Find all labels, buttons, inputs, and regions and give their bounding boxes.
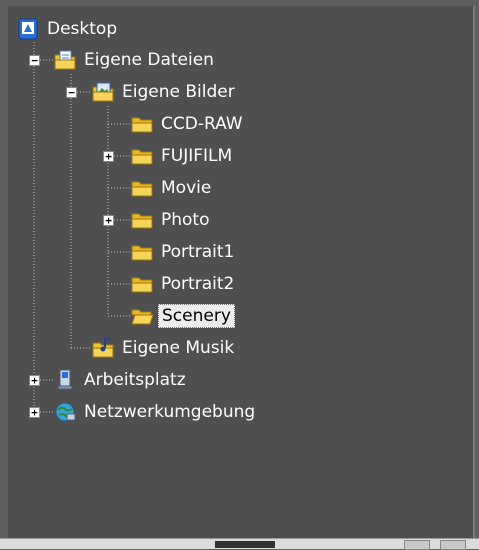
my-pictures-icon — [92, 82, 114, 102]
folder-icon — [131, 117, 153, 133]
expand-fujifilm-button[interactable]: + — [103, 151, 114, 162]
computer-icon — [57, 369, 73, 390]
scrollbar-thumb[interactable] — [215, 541, 275, 548]
folder-icon — [131, 277, 153, 293]
folder-icon — [131, 213, 153, 229]
collapse-eigene-bilder-button[interactable]: − — [66, 87, 77, 98]
horizontal-scrollbar[interactable] — [0, 538, 479, 550]
window-frame: − − + + + + Desktop Eigene Dateien Eigen… — [0, 0, 479, 550]
expand-arbeitsplatz-button[interactable]: + — [29, 375, 40, 386]
desktop-icon — [18, 18, 38, 40]
collapse-eigene-dateien-button[interactable]: − — [29, 55, 40, 66]
open-folder-icon — [131, 309, 154, 325]
folder-icon — [131, 245, 153, 261]
my-music-icon — [92, 337, 114, 358]
tree-item-eigene-bilder[interactable]: Eigene Bilder — [91, 78, 238, 106]
tree-item-label: Eigene Musik — [122, 338, 235, 358]
tree-item-label: FUJIFILM — [161, 146, 233, 166]
tree-item-portrait1[interactable]: Portrait1 — [130, 238, 237, 266]
tree-item-arbeitsplatz[interactable]: Arbeitsplatz — [53, 366, 189, 394]
tree-item-netzwerkumgebung[interactable]: Netzwerkumgebung — [53, 398, 258, 426]
tree-item-label: Eigene Dateien — [84, 50, 214, 70]
tree-item-label: Portrait2 — [161, 274, 235, 294]
tree-item-label: Netzwerkumgebung — [84, 402, 256, 422]
tree-item-photo[interactable]: Photo — [130, 206, 213, 234]
tree-item-scenery[interactable]: Scenery — [130, 302, 235, 330]
folder-tree-panel[interactable]: − − + + + + Desktop Eigene Dateien Eigen… — [8, 6, 475, 542]
folder-icon — [131, 181, 153, 197]
tree-item-label: Eigene Bilder — [122, 82, 235, 102]
selected-tree-item-label: Scenery — [158, 304, 235, 328]
tree-item-eigene-musik[interactable]: Eigene Musik — [91, 334, 237, 362]
tree-item-portrait2[interactable]: Portrait2 — [130, 270, 237, 298]
tree-item-label: Photo — [161, 210, 210, 230]
tree-item-label: Movie — [161, 178, 212, 198]
tree-item-desktop[interactable]: Desktop — [16, 15, 120, 43]
tree-item-fujifilm[interactable]: FUJIFILM — [130, 142, 235, 170]
tree-item-label: Portrait1 — [161, 242, 235, 262]
folder-icon — [131, 149, 153, 165]
folder-tree: − − + + + + Desktop Eigene Dateien Eigen… — [8, 6, 473, 542]
network-icon — [55, 402, 76, 422]
my-documents-icon — [54, 50, 76, 70]
tree-item-label: CCD-RAW — [161, 114, 243, 134]
tree-item-ccd-raw[interactable]: CCD-RAW — [130, 110, 246, 138]
tree-item-label: Desktop — [47, 19, 118, 39]
tree-item-eigene-dateien[interactable]: Eigene Dateien — [53, 46, 217, 74]
expand-photo-button[interactable]: + — [103, 215, 114, 226]
expand-netzwerkumgebung-button[interactable]: + — [29, 407, 40, 418]
tree-item-label: Arbeitsplatz — [84, 370, 186, 390]
tree-item-movie[interactable]: Movie — [130, 174, 214, 202]
tree-connector-lines — [33, 42, 132, 413]
